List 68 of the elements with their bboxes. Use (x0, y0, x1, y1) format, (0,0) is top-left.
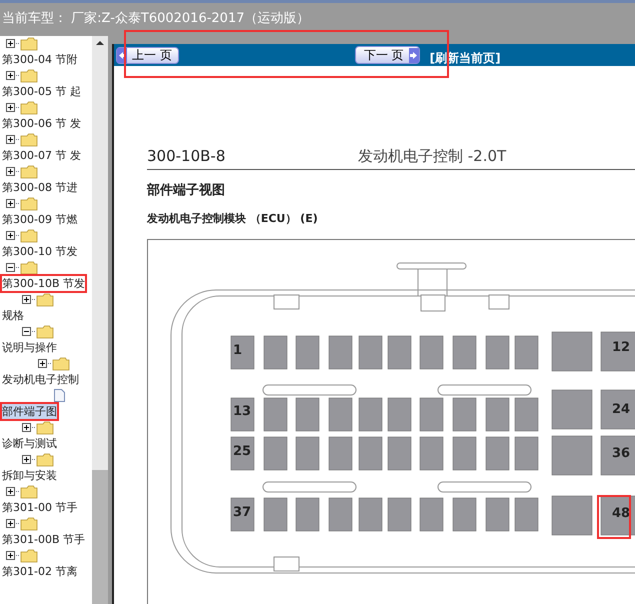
folder-icon (52, 356, 70, 370)
tree-item[interactable]: 第301-02 节离 (2, 564, 78, 579)
scrollbar[interactable] (92, 36, 108, 604)
next-page-button[interactable]: 下一 页 (354, 46, 420, 64)
folder-icon (20, 548, 38, 562)
tree-item[interactable]: 第300-07 节 发 (2, 148, 81, 163)
tree-item[interactable]: 规格 (2, 308, 24, 323)
tree-item[interactable]: 第300-10 节发 (2, 244, 78, 259)
tree-item[interactable]: 部件端子图 (2, 404, 57, 419)
collapse-icon[interactable] (22, 327, 31, 336)
tree-item[interactable]: 第300-08 节进 (2, 180, 78, 195)
expand-icon[interactable] (6, 103, 15, 112)
page-number: 300-10B-8 (147, 146, 226, 167)
tree-item[interactable]: 诊断与测试 (2, 436, 57, 451)
pin-number: 24 (612, 403, 630, 416)
tree-item[interactable]: 第301-00 节手 (2, 500, 78, 515)
tree-item[interactable]: 第300-10B 节发 (2, 276, 86, 291)
pin-number: 1 (233, 344, 242, 357)
tree-item[interactable]: 第300-04 节附 (2, 52, 78, 67)
folder-icon (36, 452, 54, 466)
expand-icon[interactable] (6, 167, 15, 176)
tree-item[interactable]: 说明与操作 (2, 340, 57, 355)
pin-number: 36 (612, 447, 630, 460)
expand-icon[interactable] (6, 39, 15, 48)
pin-number: 48 (612, 507, 630, 520)
expand-icon[interactable] (6, 71, 15, 80)
folder-icon (36, 324, 54, 338)
expand-icon[interactable] (6, 551, 15, 560)
folder-icon (20, 260, 38, 274)
expand-icon[interactable] (6, 487, 15, 496)
folder-icon (20, 100, 38, 114)
expand-icon[interactable] (6, 231, 15, 240)
pin-number: 25 (233, 445, 252, 458)
folder-icon (20, 484, 38, 498)
folder-icon (20, 196, 38, 210)
folder-icon (20, 228, 38, 242)
tree-item[interactable]: 第300-05 节 起 (2, 84, 81, 99)
folder-icon (20, 516, 38, 530)
expand-icon[interactable] (22, 455, 31, 464)
pin-number: 13 (233, 405, 252, 418)
highlight-frame (597, 495, 631, 539)
expand-icon[interactable] (6, 135, 15, 144)
document-icon (54, 389, 65, 402)
section-title: 发动机电子控制 -2.0T (358, 146, 506, 167)
expand-icon[interactable] (22, 295, 31, 304)
folder-icon (20, 36, 38, 50)
section-heading: 部件端子视图 (147, 182, 226, 200)
tree-item[interactable]: 发动机电子控制 (2, 372, 79, 387)
folder-icon (20, 164, 38, 178)
pin-number: 37 (233, 506, 252, 519)
folder-icon (20, 132, 38, 146)
vehicle-model-title: 当前车型： 厂家:Z-众泰T6002016-2017（运动版） (2, 11, 310, 26)
tree-item[interactable]: 第300-06 节 发 (2, 116, 81, 131)
scrollbar-thumb[interactable] (92, 470, 108, 604)
folder-icon (36, 292, 54, 306)
previous-page-button[interactable]: 上一 页 (116, 46, 179, 64)
pin-number: 12 (612, 341, 630, 354)
module-caption: 发动机电子控制模块 （ECU） (E) (147, 211, 319, 227)
expand-icon[interactable] (38, 359, 47, 368)
collapse-icon[interactable] (6, 263, 15, 272)
folder-icon (36, 420, 54, 434)
folder-icon (20, 68, 38, 82)
expand-icon[interactable] (22, 423, 31, 432)
tree-item[interactable]: 第300-09 节燃 (2, 212, 78, 227)
tree-item[interactable]: 拆卸与安装 (2, 468, 57, 483)
expand-icon[interactable] (6, 519, 15, 528)
tree-item[interactable]: 第301-00B 节手 (2, 532, 86, 547)
expand-icon[interactable] (6, 199, 15, 208)
